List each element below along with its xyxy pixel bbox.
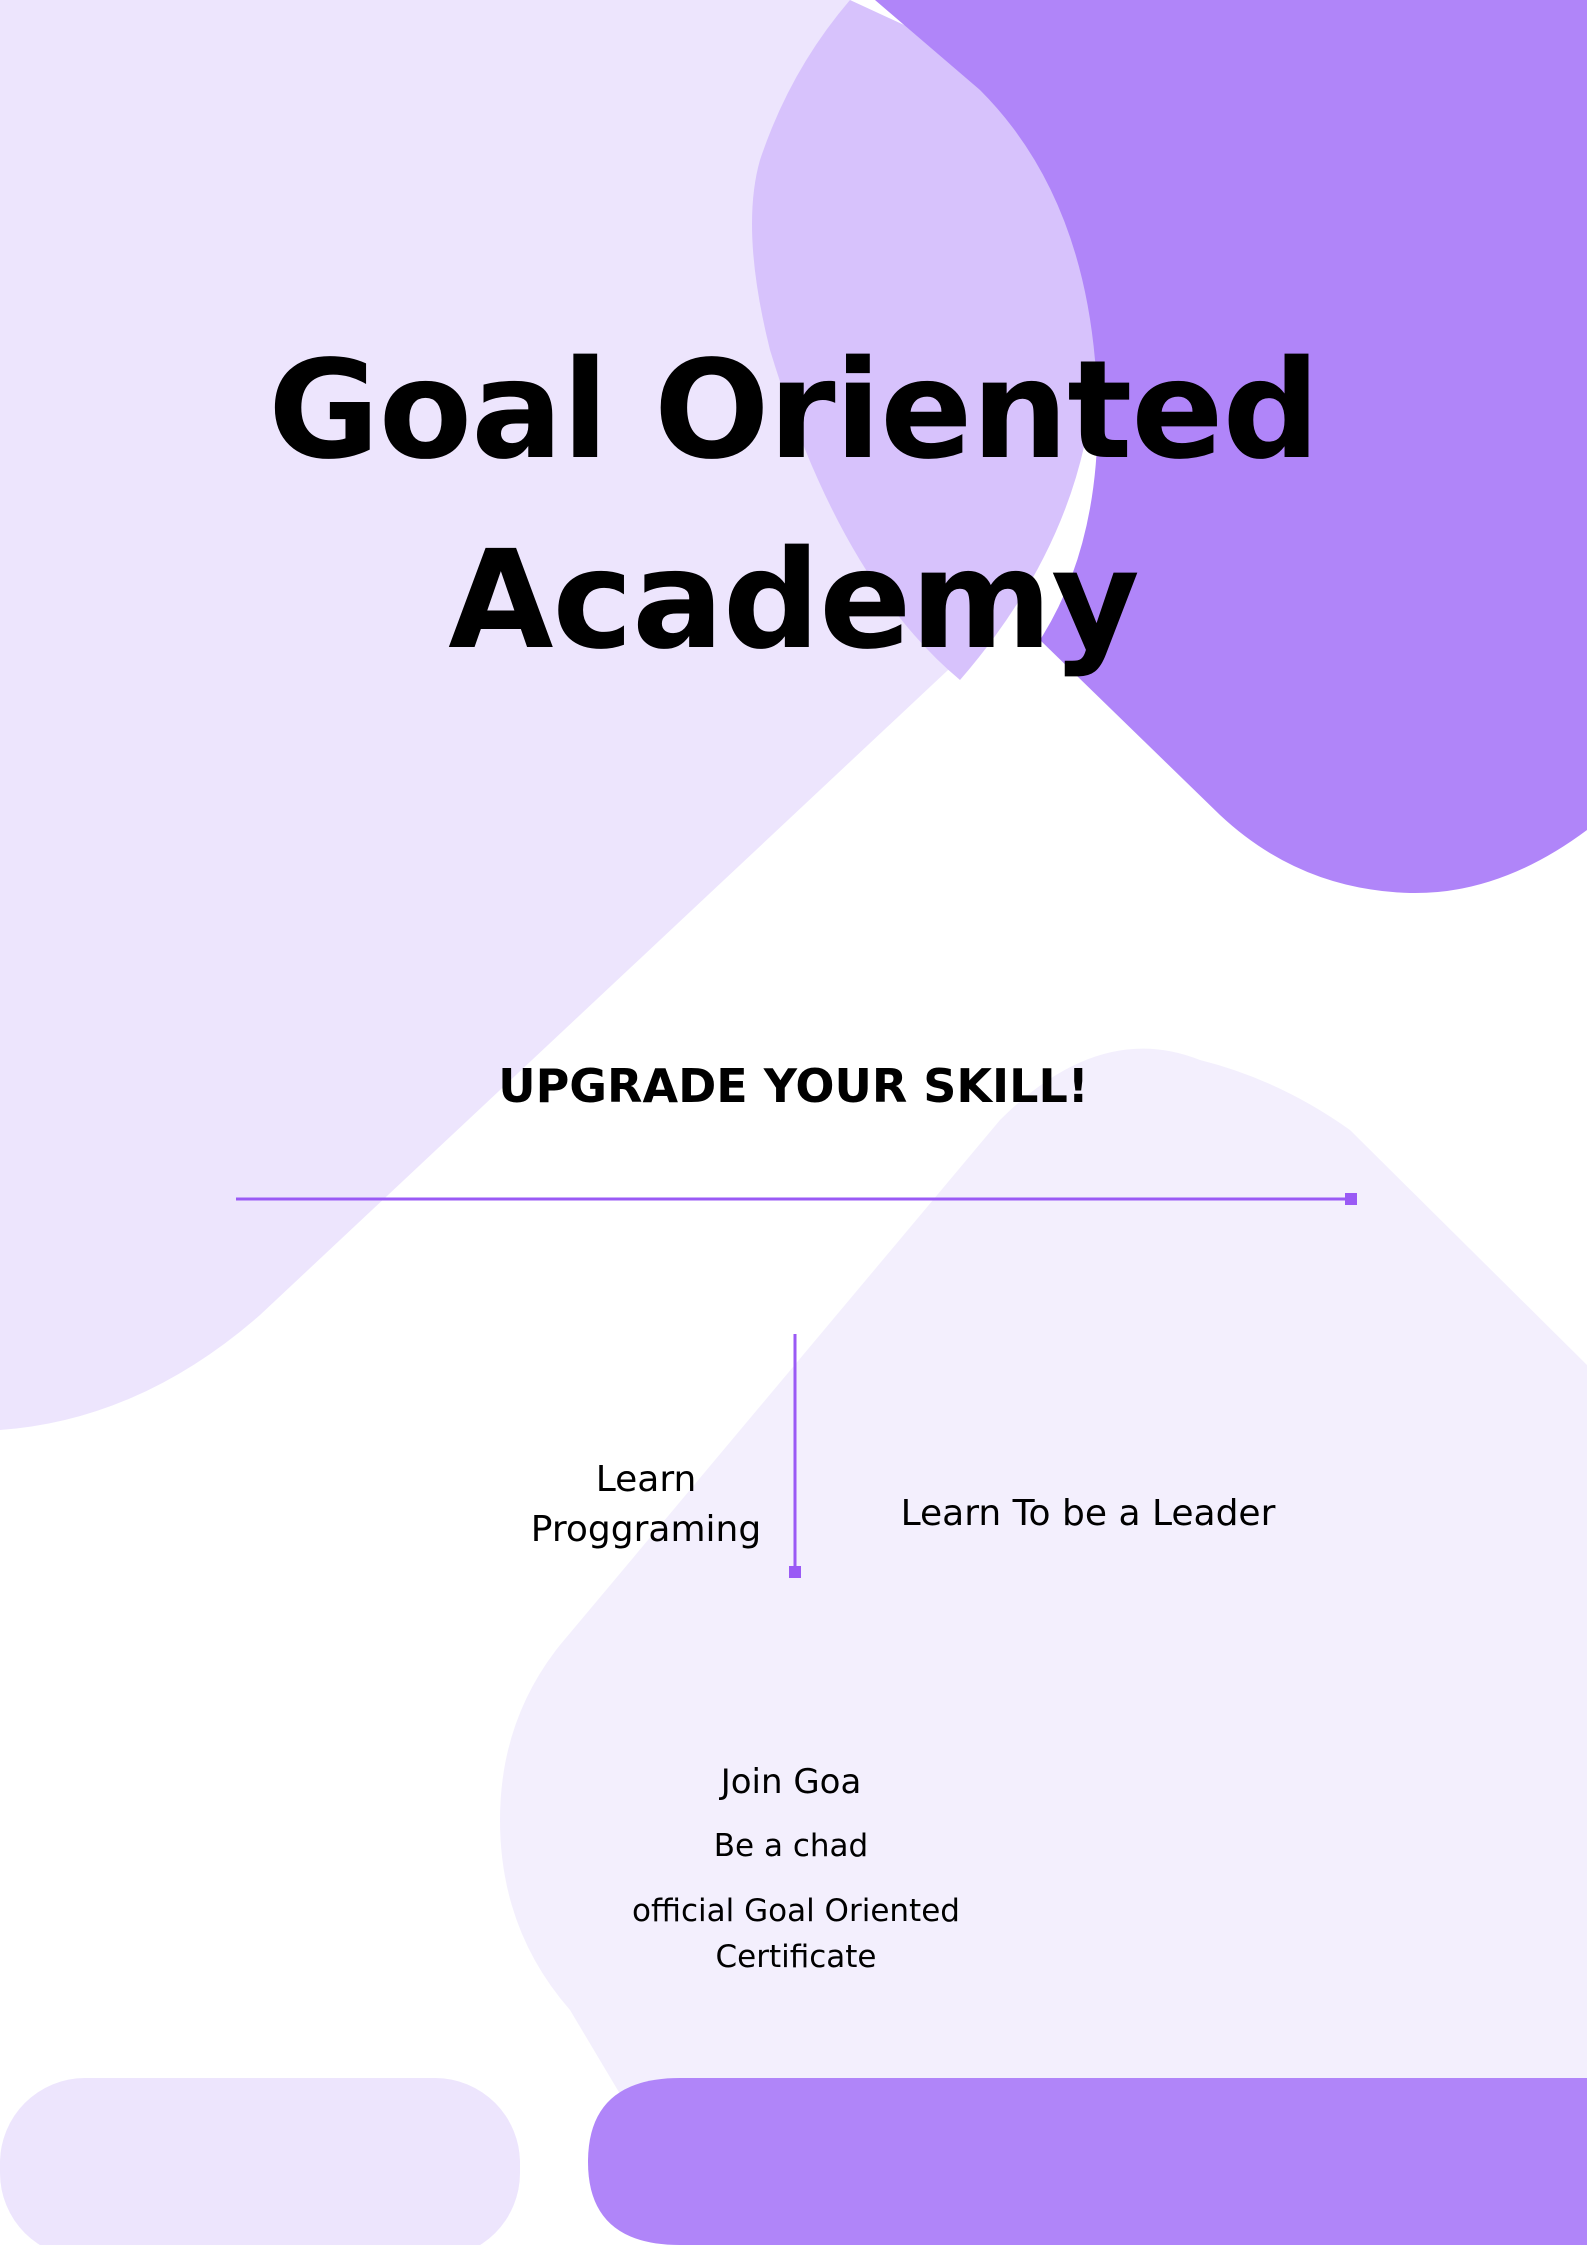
- vertical-divider-end-marker: [789, 1566, 801, 1578]
- join-text: Join Goa: [720, 1762, 862, 1802]
- chad-text: Be a chad: [713, 1828, 869, 1864]
- certificate-text: official Goal Oriented Certificate: [632, 1893, 960, 1975]
- bottom-right-pill: [588, 2078, 1587, 2245]
- left-offering: Learn Proggraming: [466, 1455, 826, 1555]
- horizontal-divider-end-marker: [1345, 1193, 1357, 1205]
- right-offering: Learn To be a Leader: [900, 1493, 1276, 1534]
- title-line-2: Academy: [448, 522, 1140, 680]
- bottom-left-pill: [0, 2078, 520, 2245]
- left-offering-line-1: Learn: [595, 1459, 697, 1500]
- title-line-1: Goal Oriented: [268, 332, 1320, 490]
- tagline: UPGRADE YOUR SKILL!: [498, 1059, 1089, 1113]
- left-offering-line-2: Proggraming: [530, 1509, 762, 1550]
- pale-blob-right: [500, 1048, 1587, 2245]
